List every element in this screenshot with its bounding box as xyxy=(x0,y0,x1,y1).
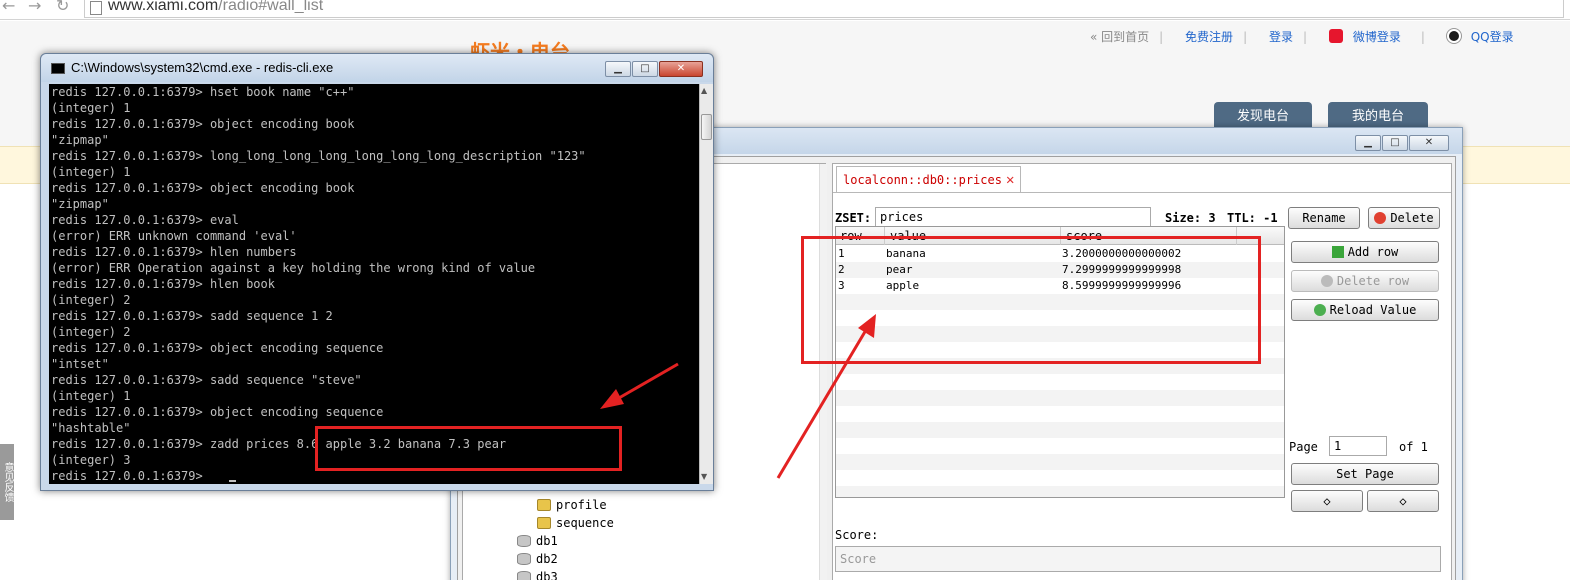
annotation-arrows xyxy=(600,314,876,479)
arrow-head xyxy=(858,314,876,338)
arrow-head xyxy=(600,389,624,409)
arrow-to-table xyxy=(776,329,868,479)
arrow-to-command xyxy=(611,362,679,404)
